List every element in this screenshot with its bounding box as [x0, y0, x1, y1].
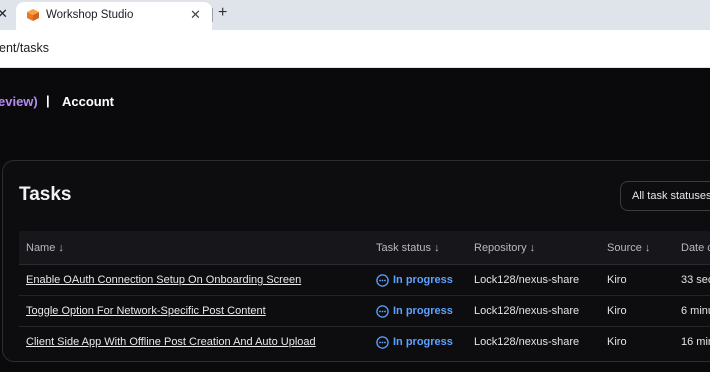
address-bar[interactable]: ent/tasks [0, 30, 710, 68]
table-row: Client Side App With Offline Post Creati… [19, 327, 710, 358]
column-header-repository[interactable]: Repository ↓ [474, 242, 535, 254]
tab-divider [212, 8, 213, 22]
table-header: Name ↓ Task status ↓ Repository ↓ Source… [19, 231, 710, 265]
cube-icon [27, 9, 39, 21]
table-row: Toggle Option For Network-Specific Post … [19, 296, 710, 327]
source-cell: Kiro [607, 305, 627, 317]
task-name-link[interactable]: Enable OAuth Connection Setup On Onboard… [26, 274, 301, 286]
nav-link-account[interactable]: Account [62, 94, 114, 109]
url-text[interactable]: ent/tasks [0, 41, 49, 55]
table-row: Enable OAuth Connection Setup On Onboard… [19, 265, 710, 296]
in-progress-icon [376, 305, 389, 318]
task-name-link[interactable]: Client Side App With Offline Post Creati… [26, 336, 316, 348]
close-icon[interactable]: ✕ [0, 6, 8, 22]
nav-separator: | [46, 93, 50, 108]
column-header-name[interactable]: Name ↓ [26, 242, 64, 254]
nav-link-preview[interactable]: eview) [0, 94, 38, 109]
page-title: Tasks [19, 184, 72, 205]
new-tab-button[interactable]: + [218, 4, 227, 22]
tab-title: Workshop Studio [46, 9, 134, 21]
tasks-card: Tasks All task statuses Name ↓ Task stat… [2, 160, 710, 362]
status-badge: In progress [393, 336, 453, 348]
date-cell: 16 min [681, 336, 710, 348]
tab-close-icon[interactable]: ✕ [190, 7, 201, 23]
task-name-link[interactable]: Toggle Option For Network-Specific Post … [26, 305, 266, 317]
in-progress-icon [376, 336, 389, 349]
browser-tab-bar: ✕ Workshop Studio ✕ + [0, 0, 710, 30]
status-badge: In progress [393, 274, 453, 286]
status-badge: In progress [393, 305, 453, 317]
column-header-task-status[interactable]: Task status ↓ [376, 242, 440, 254]
date-cell: 33 sec [681, 274, 710, 286]
in-progress-icon [376, 274, 389, 287]
source-cell: Kiro [607, 336, 627, 348]
task-status-filter[interactable]: All task statuses [620, 181, 710, 211]
date-cell: 6 minu [681, 305, 710, 317]
tasks-table: Name ↓ Task status ↓ Repository ↓ Source… [19, 231, 710, 358]
repository-cell: Lock128/nexus-share [474, 336, 580, 348]
column-header-source[interactable]: Source ↓ [607, 242, 650, 254]
repository-cell: Lock128/nexus-share [474, 274, 580, 286]
browser-tab[interactable]: Workshop Studio ✕ [16, 2, 212, 30]
column-header-date[interactable]: Date c [681, 242, 710, 254]
source-cell: Kiro [607, 274, 627, 286]
repository-cell: Lock128/nexus-share [474, 305, 580, 317]
